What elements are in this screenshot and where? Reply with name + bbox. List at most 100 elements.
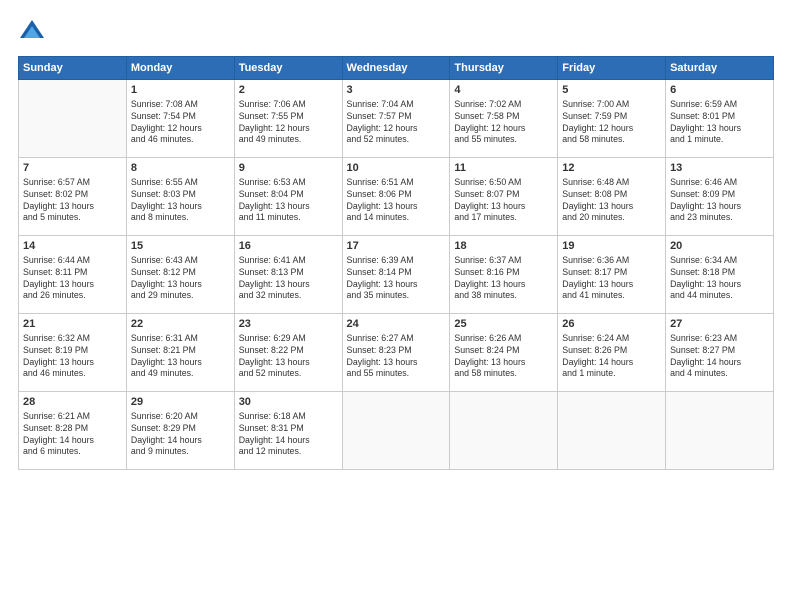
calendar-day-cell: 14Sunrise: 6:44 AM Sunset: 8:11 PM Dayli… <box>19 236 127 314</box>
weekday-header: Friday <box>558 57 666 80</box>
day-number: 9 <box>239 161 338 176</box>
day-info: Sunrise: 6:39 AM Sunset: 8:14 PM Dayligh… <box>347 255 446 303</box>
day-info: Sunrise: 6:23 AM Sunset: 8:27 PM Dayligh… <box>670 333 769 381</box>
day-info: Sunrise: 7:02 AM Sunset: 7:58 PM Dayligh… <box>454 99 553 147</box>
day-info: Sunrise: 7:00 AM Sunset: 7:59 PM Dayligh… <box>562 99 661 147</box>
calendar-day-cell <box>666 392 774 470</box>
weekday-header: Tuesday <box>234 57 342 80</box>
logo-icon <box>18 18 46 46</box>
day-number: 30 <box>239 395 338 410</box>
day-number: 2 <box>239 83 338 98</box>
day-number: 7 <box>23 161 122 176</box>
day-info: Sunrise: 6:31 AM Sunset: 8:21 PM Dayligh… <box>131 333 230 381</box>
calendar-day-cell: 21Sunrise: 6:32 AM Sunset: 8:19 PM Dayli… <box>19 314 127 392</box>
day-info: Sunrise: 6:50 AM Sunset: 8:07 PM Dayligh… <box>454 177 553 225</box>
day-info: Sunrise: 6:29 AM Sunset: 8:22 PM Dayligh… <box>239 333 338 381</box>
day-number: 25 <box>454 317 553 332</box>
day-info: Sunrise: 6:46 AM Sunset: 8:09 PM Dayligh… <box>670 177 769 225</box>
calendar-day-cell: 24Sunrise: 6:27 AM Sunset: 8:23 PM Dayli… <box>342 314 450 392</box>
calendar-day-cell: 29Sunrise: 6:20 AM Sunset: 8:29 PM Dayli… <box>126 392 234 470</box>
day-number: 17 <box>347 239 446 254</box>
calendar-day-cell: 11Sunrise: 6:50 AM Sunset: 8:07 PM Dayli… <box>450 158 558 236</box>
calendar-day-cell: 15Sunrise: 6:43 AM Sunset: 8:12 PM Dayli… <box>126 236 234 314</box>
day-number: 12 <box>562 161 661 176</box>
day-info: Sunrise: 6:26 AM Sunset: 8:24 PM Dayligh… <box>454 333 553 381</box>
day-number: 29 <box>131 395 230 410</box>
weekday-header: Saturday <box>666 57 774 80</box>
calendar-day-cell: 30Sunrise: 6:18 AM Sunset: 8:31 PM Dayli… <box>234 392 342 470</box>
calendar-header-row: SundayMondayTuesdayWednesdayThursdayFrid… <box>19 57 774 80</box>
logo <box>18 18 50 46</box>
day-info: Sunrise: 6:59 AM Sunset: 8:01 PM Dayligh… <box>670 99 769 147</box>
day-number: 24 <box>347 317 446 332</box>
day-number: 20 <box>670 239 769 254</box>
calendar-day-cell <box>558 392 666 470</box>
day-info: Sunrise: 6:44 AM Sunset: 8:11 PM Dayligh… <box>23 255 122 303</box>
calendar-day-cell: 22Sunrise: 6:31 AM Sunset: 8:21 PM Dayli… <box>126 314 234 392</box>
calendar-day-cell: 23Sunrise: 6:29 AM Sunset: 8:22 PM Dayli… <box>234 314 342 392</box>
day-number: 11 <box>454 161 553 176</box>
calendar-day-cell: 18Sunrise: 6:37 AM Sunset: 8:16 PM Dayli… <box>450 236 558 314</box>
calendar-day-cell <box>450 392 558 470</box>
calendar-day-cell: 13Sunrise: 6:46 AM Sunset: 8:09 PM Dayli… <box>666 158 774 236</box>
day-number: 26 <box>562 317 661 332</box>
calendar-day-cell: 17Sunrise: 6:39 AM Sunset: 8:14 PM Dayli… <box>342 236 450 314</box>
calendar-day-cell: 2Sunrise: 7:06 AM Sunset: 7:55 PM Daylig… <box>234 80 342 158</box>
day-number: 27 <box>670 317 769 332</box>
day-number: 8 <box>131 161 230 176</box>
calendar-day-cell: 1Sunrise: 7:08 AM Sunset: 7:54 PM Daylig… <box>126 80 234 158</box>
weekday-header: Monday <box>126 57 234 80</box>
day-info: Sunrise: 6:34 AM Sunset: 8:18 PM Dayligh… <box>670 255 769 303</box>
day-number: 13 <box>670 161 769 176</box>
calendar-day-cell: 19Sunrise: 6:36 AM Sunset: 8:17 PM Dayli… <box>558 236 666 314</box>
day-number: 1 <box>131 83 230 98</box>
calendar-day-cell: 9Sunrise: 6:53 AM Sunset: 8:04 PM Daylig… <box>234 158 342 236</box>
day-info: Sunrise: 6:43 AM Sunset: 8:12 PM Dayligh… <box>131 255 230 303</box>
calendar-day-cell: 3Sunrise: 7:04 AM Sunset: 7:57 PM Daylig… <box>342 80 450 158</box>
calendar-week-row: 1Sunrise: 7:08 AM Sunset: 7:54 PM Daylig… <box>19 80 774 158</box>
day-info: Sunrise: 6:53 AM Sunset: 8:04 PM Dayligh… <box>239 177 338 225</box>
day-info: Sunrise: 6:20 AM Sunset: 8:29 PM Dayligh… <box>131 411 230 459</box>
day-info: Sunrise: 6:48 AM Sunset: 8:08 PM Dayligh… <box>562 177 661 225</box>
day-number: 16 <box>239 239 338 254</box>
calendar-week-row: 7Sunrise: 6:57 AM Sunset: 8:02 PM Daylig… <box>19 158 774 236</box>
day-number: 18 <box>454 239 553 254</box>
calendar-day-cell: 4Sunrise: 7:02 AM Sunset: 7:58 PM Daylig… <box>450 80 558 158</box>
day-number: 19 <box>562 239 661 254</box>
weekday-header: Sunday <box>19 57 127 80</box>
day-info: Sunrise: 6:51 AM Sunset: 8:06 PM Dayligh… <box>347 177 446 225</box>
day-number: 15 <box>131 239 230 254</box>
calendar-day-cell: 25Sunrise: 6:26 AM Sunset: 8:24 PM Dayli… <box>450 314 558 392</box>
day-number: 10 <box>347 161 446 176</box>
calendar-day-cell: 12Sunrise: 6:48 AM Sunset: 8:08 PM Dayli… <box>558 158 666 236</box>
calendar-day-cell: 7Sunrise: 6:57 AM Sunset: 8:02 PM Daylig… <box>19 158 127 236</box>
calendar-day-cell: 6Sunrise: 6:59 AM Sunset: 8:01 PM Daylig… <box>666 80 774 158</box>
weekday-header: Wednesday <box>342 57 450 80</box>
calendar-day-cell: 28Sunrise: 6:21 AM Sunset: 8:28 PM Dayli… <box>19 392 127 470</box>
calendar-day-cell: 8Sunrise: 6:55 AM Sunset: 8:03 PM Daylig… <box>126 158 234 236</box>
weekday-header: Thursday <box>450 57 558 80</box>
calendar-day-cell <box>342 392 450 470</box>
page-header <box>18 18 774 46</box>
calendar-day-cell: 27Sunrise: 6:23 AM Sunset: 8:27 PM Dayli… <box>666 314 774 392</box>
calendar-day-cell: 10Sunrise: 6:51 AM Sunset: 8:06 PM Dayli… <box>342 158 450 236</box>
day-info: Sunrise: 7:08 AM Sunset: 7:54 PM Dayligh… <box>131 99 230 147</box>
day-number: 21 <box>23 317 122 332</box>
day-info: Sunrise: 7:04 AM Sunset: 7:57 PM Dayligh… <box>347 99 446 147</box>
calendar-day-cell <box>19 80 127 158</box>
day-number: 22 <box>131 317 230 332</box>
calendar-week-row: 21Sunrise: 6:32 AM Sunset: 8:19 PM Dayli… <box>19 314 774 392</box>
day-info: Sunrise: 6:32 AM Sunset: 8:19 PM Dayligh… <box>23 333 122 381</box>
calendar-day-cell: 26Sunrise: 6:24 AM Sunset: 8:26 PM Dayli… <box>558 314 666 392</box>
day-info: Sunrise: 6:37 AM Sunset: 8:16 PM Dayligh… <box>454 255 553 303</box>
calendar-week-row: 14Sunrise: 6:44 AM Sunset: 8:11 PM Dayli… <box>19 236 774 314</box>
calendar-day-cell: 20Sunrise: 6:34 AM Sunset: 8:18 PM Dayli… <box>666 236 774 314</box>
day-info: Sunrise: 6:24 AM Sunset: 8:26 PM Dayligh… <box>562 333 661 381</box>
day-info: Sunrise: 6:55 AM Sunset: 8:03 PM Dayligh… <box>131 177 230 225</box>
calendar-week-row: 28Sunrise: 6:21 AM Sunset: 8:28 PM Dayli… <box>19 392 774 470</box>
day-info: Sunrise: 6:36 AM Sunset: 8:17 PM Dayligh… <box>562 255 661 303</box>
day-info: Sunrise: 6:57 AM Sunset: 8:02 PM Dayligh… <box>23 177 122 225</box>
day-number: 6 <box>670 83 769 98</box>
day-info: Sunrise: 6:27 AM Sunset: 8:23 PM Dayligh… <box>347 333 446 381</box>
day-number: 4 <box>454 83 553 98</box>
